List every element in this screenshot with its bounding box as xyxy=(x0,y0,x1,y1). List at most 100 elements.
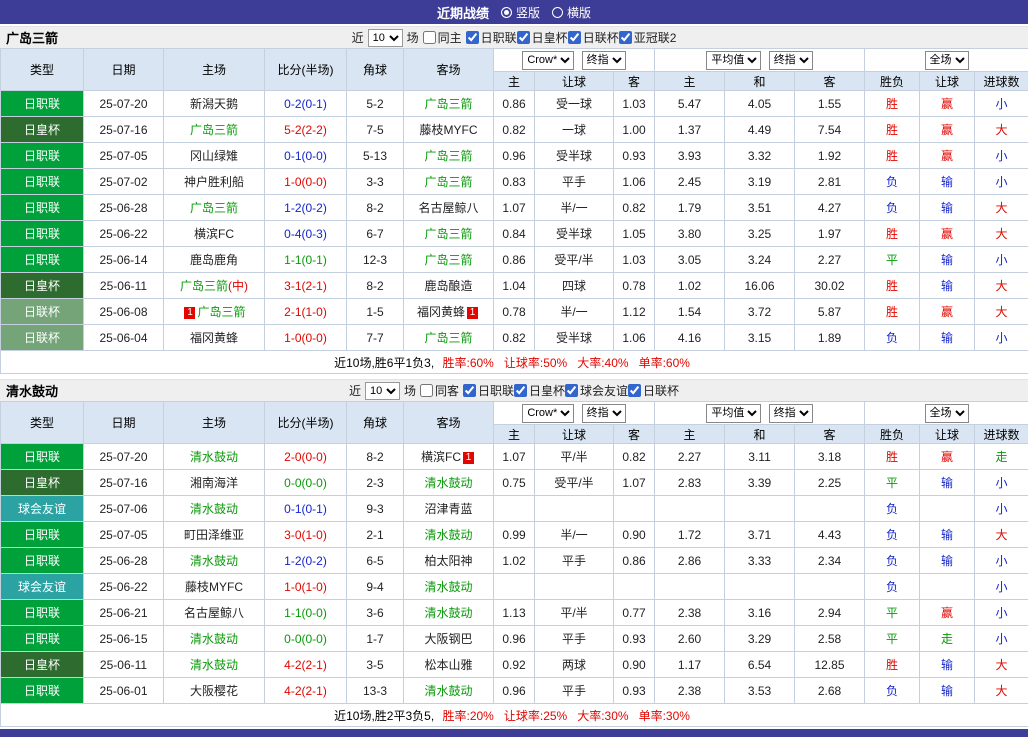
goals-result-cell: 小 xyxy=(975,548,1028,574)
scope-select[interactable]: 全场 xyxy=(925,51,969,70)
games-label: 场 xyxy=(404,382,416,399)
score-cell: 4-2(2-1) xyxy=(265,652,347,678)
match-date-cell: 25-07-16 xyxy=(84,117,164,143)
same-venue-checkbox[interactable]: 同主 xyxy=(423,29,462,46)
euro-draw-odds-cell: 3.72 xyxy=(725,299,795,325)
euro-away-odds-cell: 2.34 xyxy=(795,548,865,574)
euro-away-odds-cell: 1.97 xyxy=(795,221,865,247)
corner-cell: 5-2 xyxy=(347,91,404,117)
euro-draw-odds-cell: 4.05 xyxy=(725,91,795,117)
euro-home-odds-cell: 1.54 xyxy=(655,299,725,325)
asia-period-select[interactable]: 终指 xyxy=(582,51,626,70)
col-header-euro-away: 客 xyxy=(795,72,865,91)
home-team-cell: 神户胜利船 xyxy=(164,169,265,195)
asia-away-odds-cell xyxy=(614,574,655,600)
home-team-name: 广岛三箭 xyxy=(197,305,245,319)
league-filter-checkbox[interactable]: 日皇杯 xyxy=(514,382,565,399)
horizontal-radio[interactable] xyxy=(552,7,563,18)
corner-cell: 3-5 xyxy=(347,652,404,678)
away-team-cell: 福冈黄蜂1 xyxy=(404,299,494,325)
league-checkbox-input[interactable] xyxy=(619,31,632,44)
league-filters: 日职联日皇杯日联杯亚冠联2 xyxy=(466,29,677,47)
score-cell: 0-1(0-1) xyxy=(265,496,347,522)
asia-home-odds-cell: 1.13 xyxy=(494,600,535,626)
filter-controls: 近 10 场 同客 日职联日皇杯球会友谊日联杯 xyxy=(0,382,1028,400)
result-cell: 负 xyxy=(865,325,920,351)
vertical-radio[interactable] xyxy=(501,7,512,18)
away-team-cell: 清水鼓动 xyxy=(404,470,494,496)
corner-cell: 5-13 xyxy=(347,143,404,169)
match-date-cell: 25-06-22 xyxy=(84,574,164,600)
league-filter-checkbox[interactable]: 日联杯 xyxy=(568,29,619,46)
euro-draw-odds-cell: 3.25 xyxy=(725,221,795,247)
scope-select[interactable]: 全场 xyxy=(925,404,969,423)
euro-period-select[interactable]: 终指 xyxy=(769,404,813,423)
euro-away-odds-cell: 2.94 xyxy=(795,600,865,626)
asia-period-select[interactable]: 终指 xyxy=(582,404,626,423)
league-filter-checkbox[interactable]: 日职联 xyxy=(463,382,514,399)
handicap-result-cell: 赢 xyxy=(920,299,975,325)
away-team-name: 大阪钢巴 xyxy=(424,632,472,646)
league-checkbox-input[interactable] xyxy=(517,31,530,44)
home-team-cell: 清水鼓动 xyxy=(164,652,265,678)
euro-source-select[interactable]: 平均值 xyxy=(706,51,761,70)
matches-table-body: 日职联25-07-20新潟天鹅0-2(0-1)5-2广岛三箭0.86受一球1.0… xyxy=(1,91,1028,351)
asia-company-select[interactable]: Crow* xyxy=(522,404,574,423)
goals-result-cell: 小 xyxy=(975,600,1028,626)
euro-period-select[interactable]: 终指 xyxy=(769,51,813,70)
match-date-cell: 25-06-11 xyxy=(84,652,164,678)
asia-home-odds-cell: 0.92 xyxy=(494,652,535,678)
league-filter-checkbox[interactable]: 日皇杯 xyxy=(517,29,568,46)
handicap-result-cell: 输 xyxy=(920,470,975,496)
euro-source-select[interactable]: 平均值 xyxy=(706,404,761,423)
league-checkbox-input[interactable] xyxy=(463,384,476,397)
goals-result-cell: 走 xyxy=(975,444,1028,470)
same-venue-input[interactable] xyxy=(423,31,436,44)
recent-count-select[interactable]: 10 xyxy=(365,382,400,400)
away-team-name: 名古屋鲸八 xyxy=(418,201,478,215)
recent-matches-table: 类型 日期 主场 比分(半场) 角球 客场 Crow* 终指 平均值 终指 全场 xyxy=(0,48,1028,374)
euro-home-odds-cell xyxy=(655,574,725,600)
asia-company-select[interactable]: Crow* xyxy=(522,51,574,70)
layout-radio-vertical[interactable]: 竖版 xyxy=(501,4,540,21)
league-checkbox-input[interactable] xyxy=(466,31,479,44)
goals-result-cell: 小 xyxy=(975,143,1028,169)
euro-home-odds-cell xyxy=(655,496,725,522)
league-filter-checkbox[interactable]: 日职联 xyxy=(466,29,517,46)
matches-table-body: 日职联25-07-20清水鼓动2-0(0-0)8-2横滨FC11.07平/半0.… xyxy=(1,444,1028,704)
col-header-handicap-result: 让球 xyxy=(920,425,975,444)
away-team-name: 广岛三箭 xyxy=(424,97,472,111)
match-row: 日职联25-07-02神户胜利船1-0(0-0)3-3广岛三箭0.83平手1.0… xyxy=(1,169,1028,195)
col-header-score: 比分(半场) xyxy=(265,402,347,444)
league-type-cell: 日职联 xyxy=(1,143,84,169)
euro-home-odds-cell: 4.16 xyxy=(655,325,725,351)
recent-count-select[interactable]: 10 xyxy=(368,29,403,47)
goals-result-cell: 大 xyxy=(975,652,1028,678)
team-section-header: 清水鼓动 近 10 场 同客 日职联日皇杯球会友谊日联杯 xyxy=(0,379,1028,401)
score-cell: 1-0(0-0) xyxy=(265,325,347,351)
league-filter-checkbox[interactable]: 日联杯 xyxy=(628,382,679,399)
league-checkbox-input[interactable] xyxy=(514,384,527,397)
league-filters: 日职联日皇杯球会友谊日联杯 xyxy=(463,382,679,400)
league-checkbox-label: 球会友谊 xyxy=(580,382,628,399)
layout-radio-horizontal[interactable]: 横版 xyxy=(552,4,591,21)
league-filter-checkbox[interactable]: 球会友谊 xyxy=(565,382,628,399)
handicap-cell xyxy=(535,574,614,600)
away-team-name: 广岛三箭 xyxy=(424,175,472,189)
score-cell: 1-2(0-2) xyxy=(265,548,347,574)
league-filter-checkbox[interactable]: 亚冠联2 xyxy=(619,29,677,46)
same-venue-checkbox[interactable]: 同客 xyxy=(420,382,459,399)
goals-result-cell: 小 xyxy=(975,626,1028,652)
corner-cell: 3-3 xyxy=(347,169,404,195)
result-cell: 胜 xyxy=(865,143,920,169)
league-checkbox-input[interactable] xyxy=(568,31,581,44)
league-checkbox-input[interactable] xyxy=(628,384,641,397)
euro-draw-odds-cell: 3.19 xyxy=(725,169,795,195)
handicap-cell: 平手 xyxy=(535,548,614,574)
handicap-cell xyxy=(535,496,614,522)
asia-away-odds-cell: 0.90 xyxy=(614,652,655,678)
same-venue-input[interactable] xyxy=(420,384,433,397)
league-type-cell: 日皇杯 xyxy=(1,652,84,678)
odds-filter-row: 类型 日期 主场 比分(半场) 角球 客场 Crow* 终指 平均值 终指 全场 xyxy=(1,402,1028,425)
league-checkbox-input[interactable] xyxy=(565,384,578,397)
